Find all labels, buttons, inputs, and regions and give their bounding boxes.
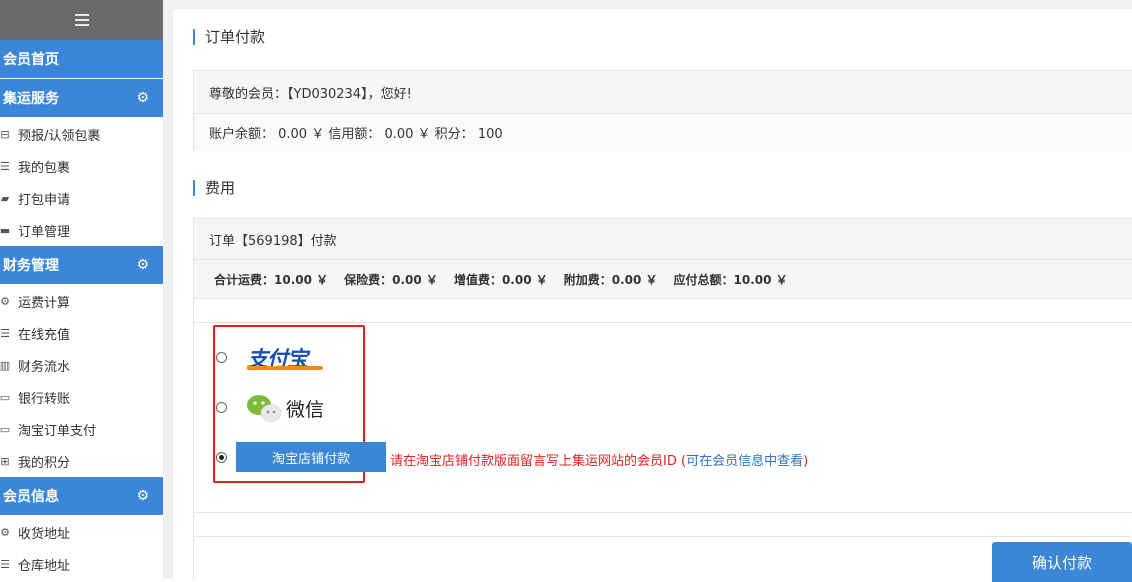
sidebar-item-label: 收货地址 bbox=[18, 526, 71, 542]
sidebar-item-label: 我的包裹 bbox=[18, 160, 71, 176]
fee-summary: 合计运费：10.00 ￥ 保险费：0.00 ￥ 增值费：0.00 ￥ 附加费：0… bbox=[194, 260, 1132, 298]
bar-chart-icon: ▥ bbox=[0, 358, 11, 372]
gear-icon: ⚙ bbox=[136, 90, 149, 106]
list-icon: ☰ bbox=[0, 159, 10, 173]
member-info-link[interactable]: 可在会员信息中查看 bbox=[686, 454, 803, 469]
sidebar-divider bbox=[163, 0, 173, 579]
gear-icon: ⚙ bbox=[136, 488, 149, 504]
sidebar-toggle[interactable] bbox=[0, 0, 163, 40]
insurance-fee: 保险费：0.00 ￥ bbox=[344, 272, 438, 287]
sidebar-group-label: 财务管理 bbox=[3, 258, 59, 274]
truck-icon: ▰ bbox=[0, 191, 10, 205]
sidebar-group-shipping[interactable]: 集运服务 ⚙ bbox=[0, 79, 163, 118]
hint-prefix: 请在淘宝店铺付款版面留言写上集运网站的会员ID ( bbox=[390, 454, 687, 469]
wechat-label[interactable]: 微信 bbox=[286, 395, 324, 422]
package-icon: ⊟ bbox=[0, 127, 10, 141]
sidebar-item-label: 预报/认领包裹 bbox=[18, 128, 101, 144]
gears-icon: ⚙ bbox=[0, 294, 10, 308]
sidebar-item-taobao-payment[interactable]: ▭ 淘宝订单支付 bbox=[0, 413, 163, 445]
taobao-store-pay-button[interactable]: 淘宝店铺付款 bbox=[236, 442, 386, 472]
divider bbox=[194, 536, 1132, 537]
section-title-fees: 费用 bbox=[193, 180, 235, 196]
sidebar-group-label: 集运服务 bbox=[3, 91, 59, 107]
sidebar-item-bank-transfer[interactable]: ▭ 银行转账 bbox=[0, 381, 163, 413]
total-shipping-fee: 合计运费：10.00 ￥ bbox=[214, 272, 329, 287]
sidebar-item-recharge[interactable]: ☰ 在线充值 bbox=[0, 317, 163, 349]
divider bbox=[194, 512, 1132, 513]
wechat-icon bbox=[247, 395, 282, 422]
alipay-radio[interactable] bbox=[216, 352, 227, 363]
menu-icon bbox=[74, 14, 89, 26]
sidebar-item-my-packages[interactable]: ☰ 我的包裹 bbox=[0, 150, 163, 182]
greeting-text: 尊敬的会员：【YD030234】，您好! bbox=[194, 71, 1132, 113]
alipay-swoosh-icon bbox=[247, 366, 323, 370]
total-payable: 应付总额：10.00 ￥ bbox=[673, 272, 788, 287]
value-added-fee: 增值费：0.00 ￥ bbox=[453, 272, 548, 287]
wechat-radio[interactable] bbox=[216, 402, 227, 413]
surcharge-fee: 附加费：0.00 ￥ bbox=[563, 272, 658, 287]
list-icon: ☰ bbox=[0, 326, 10, 340]
gear-icon: ⚙ bbox=[136, 257, 149, 273]
sidebar-item-label: 我的积分 bbox=[18, 455, 71, 471]
book-icon: ▬ bbox=[0, 223, 11, 237]
sidebar-item-label: 订单管理 bbox=[18, 224, 71, 240]
sidebar-item-order-management[interactable]: ▬ 订单管理 bbox=[0, 214, 163, 246]
account-balance-text: 账户余额： 0.00 ￥ 信用额： 0.00 ￥ 积分： 100 bbox=[194, 114, 1132, 151]
taobao-radio[interactable] bbox=[216, 452, 227, 463]
divider bbox=[194, 298, 1132, 299]
sidebar-group-finance[interactable]: 财务管理 ⚙ bbox=[0, 246, 163, 285]
sidebar-item-warehouse-address[interactable]: ☰ 仓库地址 bbox=[0, 548, 163, 580]
sidebar: 会员首页 集运服务 ⚙ ⊟ 预报/认领包裹 ☰ 我的包裹 ▰ 打包申请 ▬ 订单… bbox=[0, 0, 163, 579]
sidebar-item-label: 打包申请 bbox=[18, 192, 71, 208]
sidebar-item-label: 在线充值 bbox=[18, 327, 71, 343]
divider bbox=[194, 322, 1132, 323]
sidebar-item-label: 财务流水 bbox=[18, 359, 71, 375]
sidebar-group-home[interactable]: 会员首页 bbox=[0, 40, 163, 79]
confirm-payment-button[interactable]: 确认付款 bbox=[992, 542, 1132, 582]
list-icon: ☰ bbox=[0, 557, 10, 571]
sidebar-group-label: 会员首页 bbox=[3, 52, 59, 68]
card-icon: ▭ bbox=[0, 422, 11, 436]
sidebar-item-forecast[interactable]: ⊟ 预报/认领包裹 bbox=[0, 118, 163, 150]
main-content: 订单付款 尊敬的会员：【YD030234】，您好! 账户余额： 0.00 ￥ 信… bbox=[173, 0, 1132, 582]
sidebar-item-shipping-calc[interactable]: ⚙ 运费计算 bbox=[0, 285, 163, 317]
sidebar-item-transactions[interactable]: ▥ 财务流水 bbox=[0, 349, 163, 381]
sidebar-group-label: 会员信息 bbox=[3, 489, 59, 505]
sidebar-item-points[interactable]: ⊞ 我的积分 bbox=[0, 445, 163, 477]
sidebar-item-pack-request[interactable]: ▰ 打包申请 bbox=[0, 182, 163, 214]
credit-card-icon: ▭ bbox=[0, 390, 11, 404]
sidebar-item-label: 仓库地址 bbox=[18, 558, 71, 574]
gears-icon: ⚙ bbox=[0, 525, 10, 539]
top-strip bbox=[173, 0, 1132, 9]
section-title-order-payment: 订单付款 bbox=[193, 29, 265, 45]
sidebar-item-shipping-address[interactable]: ⚙ 收货地址 bbox=[0, 516, 163, 548]
order-line-text: 订单【569198】付款 bbox=[194, 219, 1132, 259]
sidebar-group-member-info[interactable]: 会员信息 ⚙ bbox=[0, 477, 163, 516]
sidebar-item-label: 淘宝订单支付 bbox=[18, 423, 97, 439]
taobao-hint: 请在淘宝店铺付款版面留言写上集运网站的会员ID (可在会员信息中查看) bbox=[390, 450, 808, 469]
sidebar-item-label: 银行转账 bbox=[18, 391, 71, 407]
member-info-panel: 尊敬的会员：【YD030234】，您好! 账户余额： 0.00 ￥ 信用额： 0… bbox=[193, 70, 1132, 151]
hint-suffix: ) bbox=[803, 454, 809, 469]
gift-icon: ⊞ bbox=[0, 454, 10, 468]
sidebar-item-label: 运费计算 bbox=[18, 295, 71, 311]
